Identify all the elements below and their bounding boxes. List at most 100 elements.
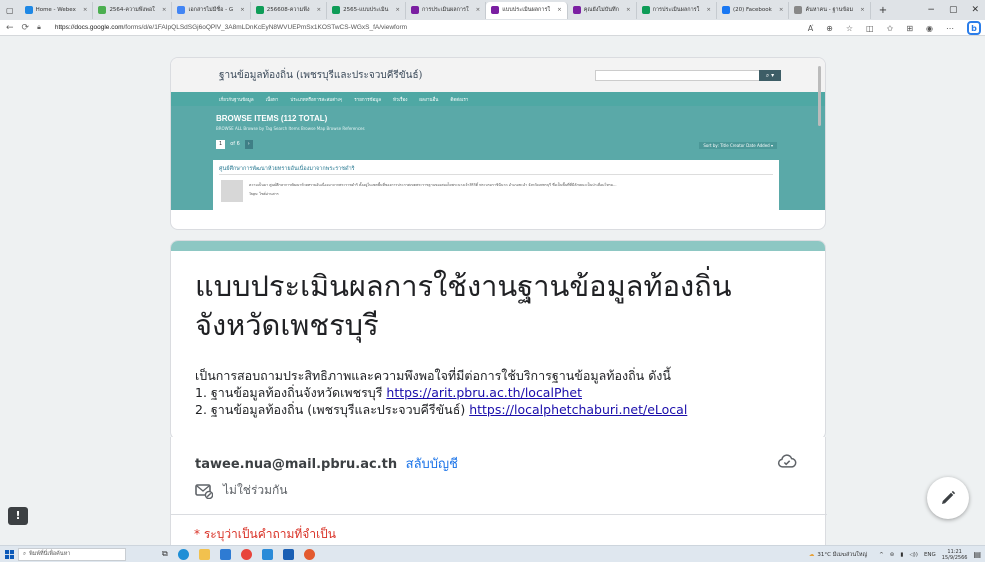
language-indicator[interactable]: ENG — [924, 552, 936, 558]
minimize-button[interactable]: − — [927, 5, 935, 15]
page-content: ฐานข้อมูลท้องถิ่น (เพชรบุรีและประจวบคีรี… — [0, 37, 985, 545]
edit-fab-button[interactable] — [927, 477, 969, 519]
not-shared-label: ไม่ใช่ร่วมกัน — [223, 483, 288, 497]
zoom-icon[interactable]: ⊕ — [826, 24, 833, 33]
task-view-icon[interactable]: ⧉ — [162, 549, 168, 559]
banner-nav-item: เนื้อหา — [265, 97, 279, 103]
tab-close-icon[interactable]: × — [391, 7, 400, 13]
chrome-app-icon[interactable] — [240, 548, 252, 560]
new-tab-button[interactable]: + — [871, 5, 895, 16]
tab-label: Home - Webex — [35, 7, 76, 13]
weather-widget[interactable]: ☁ 31°C มีเมฆส่วนใหญ่ — [809, 551, 867, 559]
desc-line2-text: 1. ฐานข้อมูลท้องถิ่นจังหวัดเพชรบุรี — [195, 385, 387, 400]
pencil-icon — [942, 490, 956, 504]
tab-favicon-icon — [177, 6, 186, 14]
browser-tab[interactable]: การประเมินผลการใ × — [637, 1, 717, 19]
lock-icon[interactable]: 🔒︎ — [37, 23, 41, 32]
account-email: tawee.nua@mail.pbru.ac.th — [195, 457, 398, 472]
tab-close-icon[interactable]: × — [775, 7, 784, 13]
edge-app-icon[interactable] — [177, 548, 189, 560]
collections-icon[interactable]: ⊞ — [906, 24, 913, 33]
banner-pager: 1 of 6 › — [216, 140, 253, 149]
url-field[interactable]: https://docs.google.com/forms/d/e/1FAIpQ… — [55, 24, 407, 31]
form-description: เป็นการสอบถามประสิทธิภาพและความพึงพอใจที… — [195, 367, 687, 418]
tab-label: 2564-ความพึงพอใ — [109, 7, 155, 13]
notifications-icon[interactable]: ▤ — [973, 550, 981, 559]
tab-close-icon[interactable]: × — [702, 7, 711, 13]
tab-close-icon[interactable]: × — [79, 7, 88, 13]
banner-nav-item: รายการข้อมูล — [354, 97, 382, 103]
taskbar-search-icon: ⌕ — [23, 550, 27, 557]
tab-close-icon[interactable]: × — [313, 7, 322, 13]
banner-item-title: ศูนย์ศึกษาการพัฒนาห้วยทรายอันเนื่องมาจาก… — [219, 166, 355, 172]
url-host: https://docs.google.com — [54, 24, 124, 31]
app-icon[interactable] — [303, 548, 315, 560]
close-window-button[interactable]: ✕ — [971, 5, 979, 15]
browser-tab[interactable]: ค้นหาคน - ฐานข้อม × — [789, 1, 871, 19]
desc-line3-text: 2. ฐานข้อมูลท้องถิ่น (เพชรบุรีและประจวบค… — [195, 402, 470, 417]
tab-favicon-icon — [98, 6, 107, 14]
profile-icon[interactable]: ◉ — [926, 24, 933, 33]
banner-sort: Sort by: Title Creator Date Added ▾ — [699, 142, 777, 149]
weather-icon: ☁ — [808, 551, 815, 558]
back-icon[interactable]: ← — [6, 23, 14, 33]
read-aloud-icon[interactable]: A͘ — [808, 24, 813, 33]
banner-heading: BROWSE ITEMS (112 TOTAL) — [216, 114, 328, 123]
tab-actions-icon[interactable]: ▢ — [4, 6, 20, 15]
form-title: แบบประเมินผลการใช้งานฐานข้อมูลท้องถิ่น จ… — [195, 269, 732, 342]
banner-page-of: of 6 — [230, 141, 240, 147]
browser-tab[interactable]: การประเมินผลการใ × — [406, 1, 487, 19]
form-desc-line1: เป็นการสอบถามประสิทธิภาพและความพึงพอใจที… — [195, 368, 671, 383]
tab-close-icon[interactable]: × — [553, 7, 562, 13]
browser-tab[interactable]: เอกสารไม่มีชื่อ - G × — [172, 1, 251, 19]
tab-close-icon[interactable]: × — [236, 7, 245, 13]
account-section: tawee.nua@mail.pbru.ac.th สลับบัญชี ไม่ใ… — [170, 437, 827, 515]
webex-app-icon[interactable] — [282, 548, 294, 560]
tab-favicon-icon — [410, 6, 419, 14]
link-elocal[interactable]: https://localphetchaburi.net/eLocal — [469, 402, 687, 417]
banner-item-desc: ความเป็นมา ศูนย์ศึกษาการพัฒนาห้วยทรายอัน… — [249, 183, 617, 187]
tab-favicon-icon — [572, 6, 581, 14]
browser-tab[interactable]: 256608-ความพึง × — [251, 1, 328, 19]
mail-app-icon[interactable] — [261, 548, 273, 560]
bing-chat-icon[interactable]: b — [967, 21, 981, 35]
browser-tab[interactable]: (20) Facebook × — [717, 1, 790, 19]
browser-tab[interactable]: 2564-ความพึงพอใ × — [93, 1, 173, 19]
taskbar-clock[interactable]: 11:21 15/9/2566 — [942, 549, 968, 561]
taskbar-search-input[interactable]: ⌕ พิมพ์ที่นี่เพื่อค้นหา — [18, 547, 126, 561]
switch-account-link[interactable]: สลับบัญชี — [406, 457, 458, 472]
browser-tab[interactable]: คุณยังไม่บันทึก × — [568, 1, 637, 19]
tab-close-icon[interactable]: × — [622, 7, 631, 13]
tab-favicon-icon — [332, 6, 341, 14]
not-shared-row: ไม่ใช่ร่วมกัน — [195, 481, 288, 500]
browser-tab[interactable]: 2565-แบบประเมิน × — [327, 1, 406, 19]
store-app-icon[interactable] — [219, 548, 231, 560]
not-shared-icon — [195, 483, 213, 499]
split-screen-icon[interactable]: ◫ — [866, 24, 874, 33]
favorite-star-icon[interactable]: ☆ — [846, 24, 853, 33]
maximize-button[interactable]: ▢ — [949, 5, 958, 15]
browser-tab[interactable]: Home - Webex × — [20, 1, 94, 19]
tray-chevron-icon[interactable]: ^ — [879, 552, 884, 558]
tab-favicon-icon — [255, 6, 264, 14]
required-note: * ระบุว่าเป็นคำถามที่จำเป็น — [194, 527, 337, 541]
volume-icon[interactable]: ◁)) — [909, 552, 918, 558]
tab-close-icon[interactable]: × — [856, 7, 865, 13]
network-icon[interactable]: ⊚ — [890, 552, 895, 558]
feedback-icon[interactable]: ! — [8, 507, 28, 525]
link-localphet[interactable]: https://arit.pbru.ac.th/localPhet — [386, 385, 582, 400]
banner-topbar: ฐานข้อมูลท้องถิ่น (เพชรบุรีและประจวบคีรี… — [171, 58, 825, 92]
tab-close-icon[interactable]: × — [472, 7, 481, 13]
banner-search-icon: ⌕ ▾ — [759, 70, 781, 81]
favorites-icon[interactable]: ✩ — [887, 24, 894, 33]
file-explorer-icon[interactable] — [198, 548, 210, 560]
tab-label: เอกสารไม่มีชื่อ - G — [188, 7, 234, 13]
battery-icon[interactable]: ▮ — [900, 552, 903, 558]
banner-search-box — [595, 70, 760, 81]
tab-close-icon[interactable]: × — [158, 7, 167, 13]
windows-start-icon[interactable] — [0, 549, 18, 559]
refresh-icon[interactable]: ⟳ — [22, 23, 30, 33]
more-icon[interactable]: ⋯ — [946, 24, 954, 33]
browser-tab[interactable]: แบบประเมินผลการใ × — [486, 1, 568, 19]
banner-nav-item: หัวเรื่อง — [393, 97, 408, 103]
